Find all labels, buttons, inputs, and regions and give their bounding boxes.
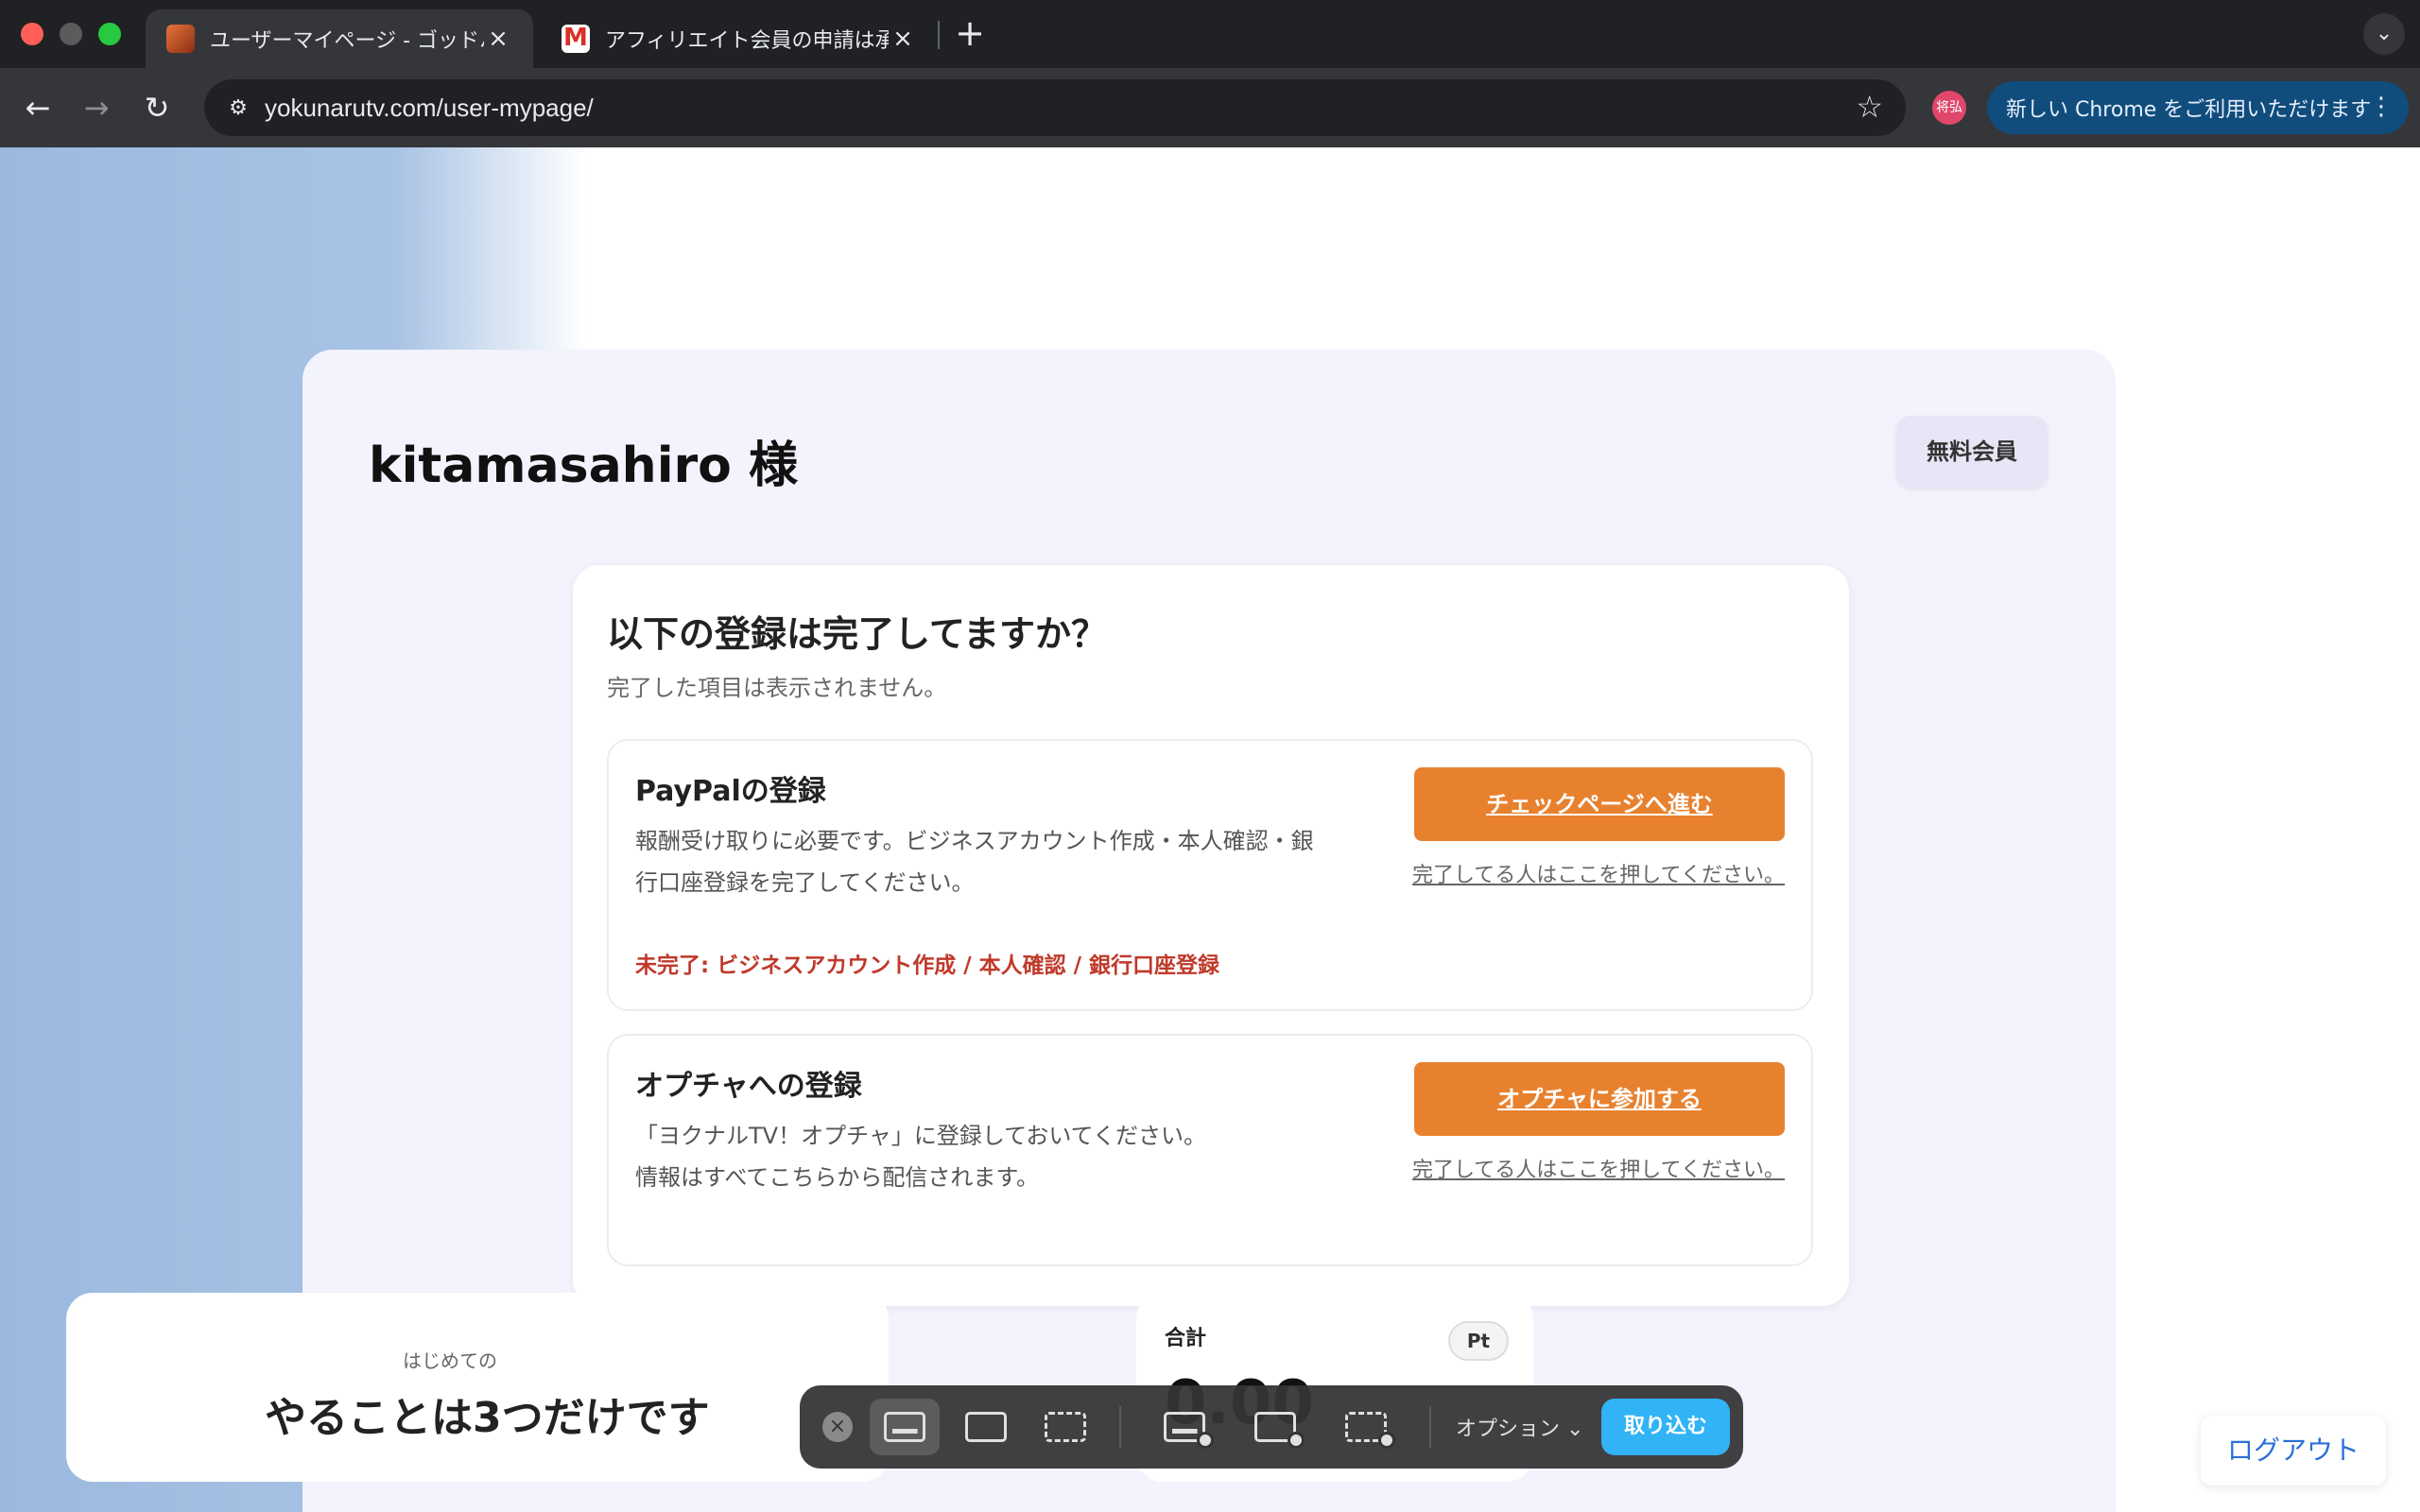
gmail-favicon-icon — [562, 24, 590, 53]
profile-avatar[interactable]: 将弘 — [1932, 91, 1966, 125]
browser-toolbar: ← → ↻ ⚙ yokunarutv.com/user-mypage/ ☆ 将弘… — [0, 68, 2420, 147]
record-selection-icon — [1345, 1412, 1395, 1449]
toolbar-divider — [1429, 1406, 1431, 1448]
update-chip-label: 新しい Chrome をご利用いただけます — [2006, 98, 2372, 122]
capture-button[interactable]: 取り込む — [1601, 1399, 1730, 1455]
item-title: PayPalの登録 — [635, 775, 826, 808]
site-settings-icon[interactable]: ⚙ — [212, 96, 265, 120]
checklist-item-openchat: オプチャへの登録 「ヨクナルTV！オプチャ」に登録しておいてください。 情報はす… — [607, 1034, 1813, 1266]
item-description: 「ヨクナルTV！オプチャ」に登録しておいてください。 情報はすべてこちらから配信… — [635, 1115, 1363, 1198]
window-close-button[interactable] — [21, 23, 43, 45]
item-description-line: 「ヨクナルTV！オプチャ」に登録しておいてください。 — [635, 1123, 1206, 1149]
capture-selection-button[interactable] — [1030, 1399, 1100, 1455]
checklist-subtitle: 完了した項目は表示されません。 — [607, 675, 947, 701]
record-window-button[interactable] — [1240, 1399, 1310, 1455]
new-tab-button[interactable]: + — [951, 13, 989, 55]
kebab-menu-icon[interactable]: ⋮ — [2369, 93, 2394, 121]
membership-badge: 無料会員 — [1896, 416, 2048, 488]
intro-steps-card: はじめての やることは3つだけです — [66, 1293, 889, 1482]
page-viewport: kitamasahiro 様 無料会員 以下の登録は完了してますか？ 完了した項… — [0, 147, 2420, 1512]
tab-title: アフィリエイト会員の申請は承認 — [605, 29, 889, 53]
checklist-title: 以下の登録は完了してますか？ — [607, 613, 1107, 655]
tab-close-icon[interactable]: × — [889, 25, 917, 53]
points-label: 合計 — [1165, 1327, 1207, 1350]
window-zoom-button[interactable] — [98, 23, 121, 45]
item-title: オプチャへの登録 — [635, 1070, 862, 1103]
record-selection-button[interactable] — [1331, 1399, 1401, 1455]
record-screen-icon — [1164, 1412, 1214, 1449]
tab-title: ユーザーマイページ - ゴッドハンド — [210, 29, 484, 53]
entire-screen-icon — [884, 1412, 925, 1442]
page-title: kitamasahiro 様 — [369, 438, 798, 494]
url-text[interactable]: yokunarutv.com/user-mypage/ — [265, 94, 594, 123]
item-description: 報酬受け取りに必要です。ビジネスアカウント作成・本人確認・銀 行口座登録を完了し… — [635, 820, 1363, 903]
browser-titlebar: ユーザーマイページ - ゴッドハンド × アフィリエイト会員の申請は承認 × +… — [0, 0, 2420, 68]
item-description-line: 情報はすべてこちらから配信されます。 — [635, 1164, 1039, 1191]
close-icon[interactable]: × — [822, 1412, 853, 1442]
chrome-update-chip[interactable]: 新しい Chrome をご利用いただけます ⋮ — [1987, 81, 2409, 134]
forward-arrow-icon[interactable]: → — [76, 87, 117, 129]
incomplete-warning: 未完了: ビジネスアカウント作成 / 本人確認 / 銀行口座登録 — [635, 954, 1220, 978]
reload-icon[interactable]: ↻ — [136, 87, 178, 129]
item-description-line: 報酬受け取りに必要です。ビジネスアカウント作成・本人確認・銀 — [635, 828, 1314, 854]
tab-mypage[interactable]: ユーザーマイページ - ゴッドハンド × — [146, 9, 533, 68]
capture-window-button[interactable] — [951, 1399, 1021, 1455]
capture-entire-screen-button[interactable] — [870, 1399, 940, 1455]
record-entire-screen-button[interactable] — [1150, 1399, 1219, 1455]
mark-complete-link[interactable]: 完了してる人はここを押してください。 — [1386, 858, 1785, 888]
checklist-item-paypal: PayPalの登録 報酬受け取りに必要です。ビジネスアカウント作成・本人確認・銀… — [607, 739, 1813, 1011]
intro-title: やることは3つだけです — [265, 1394, 710, 1442]
mark-complete-link[interactable]: 完了してる人はここを押してください。 — [1386, 1153, 1785, 1183]
selection-icon — [1045, 1412, 1086, 1442]
tab-search-chevron-icon[interactable]: ⌄ — [2363, 13, 2405, 55]
tab-close-icon[interactable]: × — [484, 25, 512, 53]
tab-separator — [938, 21, 940, 49]
record-window-icon — [1254, 1412, 1305, 1449]
registration-checklist-card: 以下の登録は完了してますか？ 完了した項目は表示されません。 PayPalの登録… — [573, 565, 1849, 1306]
bookmark-star-icon[interactable]: ☆ — [1856, 89, 1883, 125]
check-page-button[interactable]: チェックページへ進む — [1414, 767, 1785, 841]
logout-button[interactable]: ログアウト — [2201, 1416, 2386, 1486]
window-icon — [965, 1412, 1007, 1442]
address-bar[interactable]: ⚙ yokunarutv.com/user-mypage/ ☆ — [204, 79, 1906, 136]
site-favicon-icon — [166, 25, 195, 53]
window-minimize-button[interactable] — [60, 23, 82, 45]
intro-subtitle: はじめての — [403, 1349, 497, 1372]
toolbar-divider — [1119, 1406, 1121, 1448]
back-arrow-icon[interactable]: ← — [17, 87, 59, 129]
points-unit-chip: Pt — [1448, 1321, 1509, 1361]
options-dropdown[interactable]: オプション ⌄ — [1456, 1412, 1583, 1442]
tab-gmail[interactable]: アフィリエイト会員の申請は承認 × — [541, 9, 938, 68]
join-openchat-button[interactable]: オプチャに参加する — [1414, 1062, 1785, 1136]
item-description-line: 行口座登録を完了してください。 — [635, 869, 975, 896]
screenshot-toolbar: × オプション ⌄ 取り込む — [800, 1385, 1743, 1469]
